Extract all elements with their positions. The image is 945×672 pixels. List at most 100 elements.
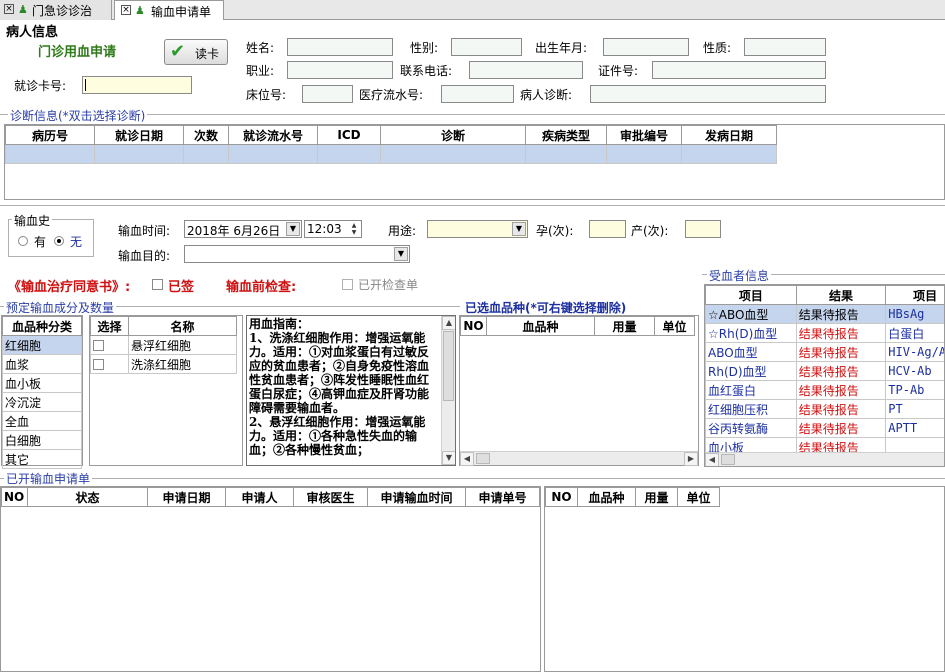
time-label: 输血时间: [118, 224, 171, 238]
item-checkbox[interactable] [93, 359, 104, 370]
nature-input[interactable] [744, 38, 826, 56]
spinner-icon[interactable]: ▲ ▼ [348, 222, 360, 236]
history-yes-radio[interactable] [18, 236, 28, 246]
list-item[interactable]: 血小板 [2, 373, 82, 393]
col-header[interactable]: 发病日期 [681, 125, 777, 145]
col-header[interactable]: 审核医生 [293, 487, 368, 507]
col-header[interactable]: 申请单号 [465, 487, 540, 507]
name-label: 姓名: [246, 41, 275, 55]
read-card-button[interactable]: ✔ 读卡 [164, 39, 228, 65]
id-input[interactable] [652, 61, 826, 79]
selected-table: NO 血品种 用量 单位 ◀ ▶ [459, 315, 699, 466]
selected-scrollbar[interactable]: ◀ ▶ [460, 451, 698, 466]
list-item[interactable]: 全血 [2, 411, 82, 431]
col-header[interactable]: 用量 [635, 487, 678, 507]
use-label: 用途: [388, 224, 417, 238]
bed-label: 床位号: [246, 88, 287, 102]
recipient-scrollbar[interactable]: ◀ [705, 452, 944, 466]
col-header[interactable]: 就诊流水号 [228, 125, 318, 145]
list-item[interactable]: 其它 [2, 449, 82, 469]
bed-input[interactable] [302, 85, 353, 103]
chevron-down-icon[interactable]: ▼ [286, 222, 300, 236]
col-header[interactable]: ICD [317, 125, 381, 145]
checkmark-icon: ✔ [170, 41, 186, 62]
time-picker[interactable]: 12:03 ▲ ▼ [304, 220, 362, 238]
col-header[interactable]: 申请人 [225, 487, 294, 507]
pretest-label: 输血前检查: [226, 280, 297, 295]
close-icon[interactable]: × [121, 5, 131, 15]
table-row[interactable]: ☆Rh(D)血型 结果待报告 白蛋白 [705, 323, 944, 343]
pregnant-input[interactable] [589, 220, 626, 238]
divider [0, 478, 945, 479]
signed-label: 已签 [168, 280, 195, 295]
col-header[interactable]: 病历号 [5, 125, 95, 145]
requests-table: NO 状态 申请日期 申请人 审核医生 申请输血时间 申请单号 [0, 486, 541, 672]
divider [0, 205, 945, 206]
table-row[interactable] [5, 144, 777, 164]
table-row[interactable]: 红细胞压积 结果待报告 PT [705, 399, 944, 419]
test-opened-label: 已开检查单 [358, 278, 419, 292]
consent-label: 《输血治疗同意书》: [8, 280, 131, 295]
col-header: 血品种分类 [2, 316, 82, 336]
table-row[interactable]: 血红蛋白 结果待报告 TP-Ab [705, 380, 944, 400]
col-header[interactable]: NO [545, 487, 578, 507]
history-no-radio[interactable] [54, 236, 64, 246]
col-header[interactable]: 次数 [183, 125, 229, 145]
name-input[interactable] [287, 38, 393, 56]
user-icon: ♟ [18, 3, 28, 16]
col-header[interactable]: 疾病类型 [525, 125, 607, 145]
date-picker[interactable]: 2018年 6月26日 ▼ [184, 220, 302, 238]
list-item[interactable]: 白细胞 [2, 430, 82, 450]
test-opened-checkbox[interactable] [342, 279, 353, 290]
consent-checkbox[interactable] [152, 279, 163, 290]
table-row[interactable]: ABO血型 结果待报告 HIV-Ag/A [705, 342, 944, 362]
list-item[interactable]: 冷沉淀 [2, 392, 82, 412]
gender-input[interactable] [451, 38, 522, 56]
col-header[interactable]: 单位 [677, 487, 720, 507]
table-row[interactable]: Rh(D)血型 结果待报告 HCV-Ab [705, 361, 944, 381]
table-row[interactable]: 洗涤红细胞 [90, 354, 237, 374]
table-row[interactable]: 谷丙转氨酶 结果待报告 APTT [705, 418, 944, 438]
col-header[interactable]: 申请输血时间 [367, 487, 466, 507]
close-icon[interactable]: × [4, 4, 14, 14]
diag-input[interactable] [590, 85, 826, 103]
tab-outpatient[interactable]: × ♟ 门急诊诊治 [0, 0, 112, 20]
birth-input[interactable] [603, 38, 689, 56]
chevron-down-icon[interactable]: ▼ [512, 222, 526, 236]
tab-label: 输血申请单 [151, 5, 212, 19]
chevron-down-icon[interactable]: ▼ [394, 247, 408, 261]
usage-guide: 用血指南： 1、洗涤红细胞作用：增强运氧能力。适用：①对血浆蛋白有过敏反应的贫血… [246, 315, 456, 466]
col-header: NO [460, 316, 487, 336]
gender-label: 性别: [410, 41, 439, 55]
patient-subtitle: 门诊用血申请 [38, 45, 117, 60]
col-header[interactable]: 审批编号 [606, 125, 682, 145]
use-select[interactable]: ▼ [427, 220, 528, 238]
col-header[interactable]: 状态 [27, 487, 148, 507]
components-title: 预定输血成分及数量 [4, 299, 117, 316]
phone-input[interactable] [469, 61, 583, 79]
item-checkbox[interactable] [93, 340, 104, 351]
history-title: 输血史 [12, 212, 53, 229]
col-header[interactable]: 申请日期 [147, 487, 226, 507]
guide-scrollbar[interactable]: ▲ ▼ [441, 316, 455, 465]
birth-count-input[interactable] [685, 220, 721, 238]
col-header[interactable]: NO [1, 487, 28, 507]
col-header[interactable]: 血品种 [577, 487, 636, 507]
table-row[interactable]: ☆ABO血型 结果待报告 HBsAg [705, 304, 944, 324]
job-label: 职业: [246, 64, 275, 78]
user-icon: ♟ [135, 4, 145, 17]
list-item[interactable]: 血浆 [2, 354, 82, 374]
purpose-select[interactable]: ▼ [184, 245, 410, 263]
tab-transfusion[interactable]: × ♟ 输血申请单 [114, 0, 224, 20]
col-header[interactable]: 诊断 [380, 125, 526, 145]
table-row[interactable]: 悬浮红细胞 [90, 335, 237, 355]
serial-input[interactable] [441, 85, 514, 103]
requests-title: 已开输血申请单 [4, 470, 93, 487]
job-input[interactable] [287, 61, 393, 79]
tab-label: 门急诊诊治 [32, 4, 93, 18]
card-no-input[interactable] [82, 76, 192, 94]
history-yes-label: 有 [34, 235, 47, 249]
list-item[interactable]: 红细胞 [2, 335, 82, 355]
col-header[interactable]: 就诊日期 [94, 125, 184, 145]
pregnant-label: 孕(次): [536, 224, 574, 238]
